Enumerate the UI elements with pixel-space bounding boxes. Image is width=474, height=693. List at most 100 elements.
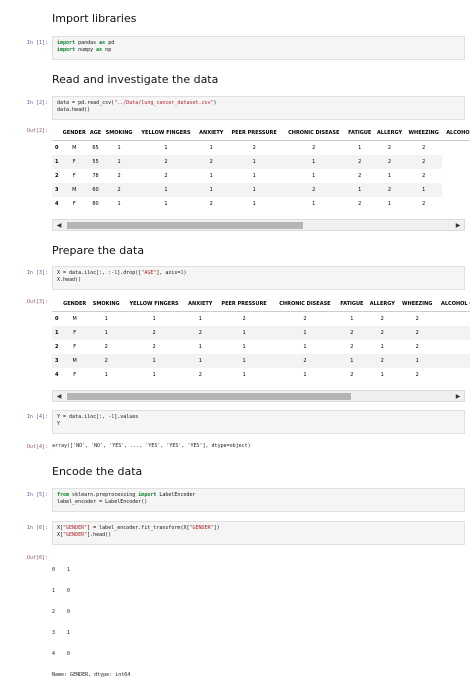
code-cell-2[interactable]: data = pd.read_csv("../Data/lung_cancer_… xyxy=(52,96,465,120)
code-cell-4[interactable]: Y = data.iloc[:, -1].values Y xyxy=(52,410,465,434)
scrollbar-thumb[interactable] xyxy=(67,222,303,229)
table-cell: 1 xyxy=(89,326,124,340)
code-cell-6[interactable]: X["GENDER"] = label_encoder.fit_transfor… xyxy=(52,521,465,545)
table-cell: 1 xyxy=(303,372,307,378)
table-cell: F xyxy=(72,201,76,207)
table-cell: 2 xyxy=(415,344,419,350)
table-cell: 2 xyxy=(185,326,216,340)
table-cell: 1 xyxy=(345,183,375,197)
table-cell: 78 xyxy=(92,173,99,179)
code-cell-5[interactable]: from sklearn.preprocessing import LabelE… xyxy=(52,488,465,512)
prompt-out3: Out[3]: xyxy=(26,299,48,305)
table-cell: 2 xyxy=(282,183,346,197)
prompt-in6: In [6]: xyxy=(26,525,48,531)
table-cell: 2 xyxy=(104,344,108,350)
code-line: data.head() xyxy=(57,107,91,113)
table-cell xyxy=(436,312,470,327)
section-heading-read: Read and investigate the data xyxy=(52,73,219,86)
column-header: CHRONIC DISEASE xyxy=(272,297,338,312)
table-cell: 1 xyxy=(242,344,246,350)
column-header: WHEEZING xyxy=(398,297,437,312)
table-cell: 1 xyxy=(185,354,216,368)
table-cell: F xyxy=(73,372,77,378)
table-cell xyxy=(436,368,470,382)
table-cell: 2 xyxy=(242,316,246,322)
table-cell: 1 xyxy=(209,173,213,179)
table-cell: 1 xyxy=(117,145,121,151)
table-cell: 2 xyxy=(209,201,213,207)
table-cell: 1 xyxy=(164,201,168,207)
prompt-in2: In [2]: xyxy=(26,100,48,106)
table-cell: 2 xyxy=(196,155,227,169)
table-cell: 1 xyxy=(164,145,168,151)
column-header: WHEEZING xyxy=(405,126,443,141)
table-cell: 2 xyxy=(422,173,426,179)
row-index: 2 xyxy=(55,344,59,350)
table-cell: 1 xyxy=(152,372,156,378)
table-cell: 2 xyxy=(415,316,419,322)
triangle-left-icon[interactable]: ◀ xyxy=(55,392,63,401)
table-cell: 2 xyxy=(152,344,156,350)
triangle-right-icon[interactable]: ▶ xyxy=(454,392,462,401)
table-cell: 1 xyxy=(215,326,273,340)
table-cell: 2 xyxy=(422,201,426,207)
table-cell: M xyxy=(72,145,77,151)
column-header: YELLOW FINGERS xyxy=(123,297,186,312)
column-header: CHRONIC DISEASE xyxy=(282,126,346,141)
row-index: 3 xyxy=(52,354,61,368)
code-line: X["GENDER"] = label_encoder.fit_transfor… xyxy=(57,525,220,531)
series-line: 1 0 xyxy=(52,588,71,594)
horizontal-scrollbar-2[interactable]: ◀ ▶ xyxy=(52,390,465,402)
dataframe-output-2: GENDER SMOKING YELLOW FINGERS ANXIETY PEER P… xyxy=(52,297,470,385)
table-cell: 2 xyxy=(135,155,197,169)
table-cell: 1 xyxy=(226,155,283,169)
table-cell: 1 xyxy=(135,183,197,197)
row-index: 0 xyxy=(55,145,59,151)
table-cell: 1 xyxy=(152,316,156,322)
table-cell: 1 xyxy=(209,145,213,151)
table-cell: F xyxy=(60,326,90,340)
section-heading-import: Import libraries xyxy=(52,12,137,25)
row-index: 3 xyxy=(52,183,60,197)
table-cell: 1 xyxy=(337,354,367,368)
prompt-out4: Out[4]: xyxy=(26,444,48,450)
notebook-page: Import libraries In [1]: import pandas a… xyxy=(0,0,474,678)
code-line: Y xyxy=(57,421,61,427)
table-cell: 1 xyxy=(252,173,256,179)
column-header: ALLERGY xyxy=(374,126,405,141)
code-line: Y = data.iloc[:, -1].values xyxy=(57,414,139,420)
code-line: import numpy as np xyxy=(57,47,112,53)
dataframe-output-1: GENDER AGE SMOKING YELLOW FINGERS ANXIETY PEE… xyxy=(52,126,470,214)
horizontal-scrollbar-1[interactable]: ◀ ▶ xyxy=(52,219,465,231)
section-heading-encode: Encode the data xyxy=(52,465,143,478)
table-cell: 2 xyxy=(312,145,316,151)
column-header: AGE xyxy=(88,126,103,141)
code-cell-3[interactable]: X = data.iloc[:, :-1].drop(["AGE"], axis… xyxy=(52,266,465,290)
table-cell: 2 xyxy=(422,145,426,151)
triangle-left-icon[interactable]: ◀ xyxy=(55,221,63,230)
table-cell: 1 xyxy=(350,316,354,322)
code-line: data = pd.read_csv("../Data/lung_cancer_… xyxy=(57,100,217,106)
table-cell: 55 xyxy=(88,155,103,169)
row-index: 1 xyxy=(52,155,60,169)
table-cell: 2 xyxy=(366,326,399,340)
table-cell: 2 xyxy=(405,155,443,169)
table-cell: 2 xyxy=(252,145,256,151)
table-cell: 2 xyxy=(374,155,405,169)
code-cell-1[interactable]: import pandas as pd import numpy as np xyxy=(52,36,465,60)
column-header: ALCOHOL C xyxy=(442,126,470,141)
prompt-in5: In [5]: xyxy=(26,492,48,498)
table-cell: 1 xyxy=(312,201,316,207)
table-cell: 60 xyxy=(88,183,103,197)
scrollbar-thumb[interactable] xyxy=(67,393,351,400)
table-cell: 1 xyxy=(117,201,121,207)
table-cell: M xyxy=(60,354,90,368)
triangle-right-icon[interactable]: ▶ xyxy=(454,221,462,230)
table-cell: 65 xyxy=(92,145,99,151)
table-cell: 1 xyxy=(282,155,346,169)
table-cell: M xyxy=(72,316,77,322)
series-footer: Name: GENDER, dtype: int64 xyxy=(52,672,131,678)
table-cell: 2 xyxy=(358,201,362,207)
table-cell: 1 xyxy=(405,183,443,197)
table-cell: 1 xyxy=(123,354,186,368)
